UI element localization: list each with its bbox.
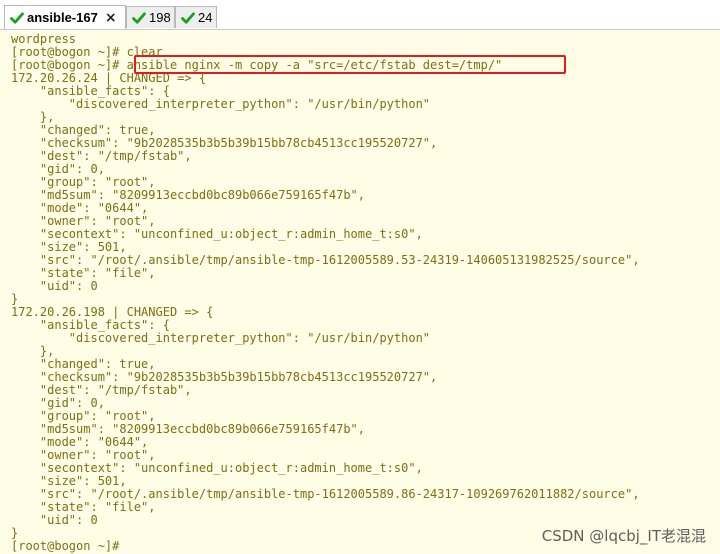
terminal-line: "mode": "0644",: [11, 435, 149, 449]
terminal-line: "size": 501,: [11, 240, 127, 254]
terminal-line: "uid": 0: [11, 513, 98, 527]
terminal-line: [root@bogon ~]#: [11, 539, 127, 553]
terminal-output[interactable]: [root@bogon ~]# } "uid": 0 "state": "fil…: [0, 30, 720, 554]
terminal-line: "discovered_interpreter_python": "/usr/b…: [11, 331, 431, 345]
terminal-line: "owner": "root",: [11, 214, 156, 228]
terminal-line: "dest": "/tmp/fstab",: [11, 149, 192, 163]
terminal-line: },: [11, 110, 55, 124]
terminal-line: 172.20.26.198 | CHANGED => {: [11, 305, 214, 319]
check-icon: [132, 11, 146, 24]
tab-ansible-167[interactable]: ansible-167 ×: [4, 5, 126, 29]
command-highlight-box: [134, 55, 566, 74]
terminal-line: "checksum": "9b2028535b3b5b39b15bb78cb45…: [11, 136, 438, 150]
watermark: CSDN @lqcbj_IT老混混: [541, 527, 706, 545]
terminal-line: "secontext": "unconfined_u:object_r:admi…: [11, 227, 423, 241]
terminal-line: wordpress: [11, 32, 77, 46]
tab-label: ansible-167: [27, 10, 98, 25]
terminal-line: "discovered_interpreter_python": "/usr/b…: [11, 97, 431, 111]
tab-24[interactable]: 24: [175, 6, 217, 28]
terminal-line: "secontext": "unconfined_u:object_r:admi…: [11, 461, 423, 475]
terminal-line: "state": "file",: [11, 266, 156, 280]
terminal-line: "ansible_facts": {: [11, 84, 170, 98]
terminal-line: "owner": "root",: [11, 448, 156, 462]
terminal-line: "group": "root",: [11, 175, 156, 189]
terminal-line: "md5sum": "8209913eccbd0bc89b066e759165f…: [11, 188, 366, 202]
terminal-line: "mode": "0644",: [11, 201, 149, 215]
terminal-line: "group": "root",: [11, 409, 156, 423]
check-icon: [181, 11, 195, 24]
terminal-line: "changed": true,: [11, 123, 156, 137]
tab-198[interactable]: 198: [126, 6, 175, 28]
tab-close-button[interactable]: ×: [105, 10, 117, 26]
terminal-line: "md5sum": "8209913eccbd0bc89b066e759165f…: [11, 422, 366, 436]
terminal-line: "checksum": "9b2028535b3b5b39b15bb78cb45…: [11, 370, 438, 384]
terminal-line: "state": "file",: [11, 500, 156, 514]
tab-label: 24: [198, 10, 213, 25]
terminal-line: "src": "/root/.ansible/tmp/ansible-tmp-1…: [11, 253, 640, 267]
terminal-line: "ansible_facts": {: [11, 318, 170, 332]
terminal-line: "uid": 0: [11, 279, 98, 293]
terminal-line: "gid": 0,: [11, 396, 105, 410]
terminal-line: "changed": true,: [11, 357, 156, 371]
terminal-line: }: [11, 292, 19, 306]
terminal-line: "dest": "/tmp/fstab",: [11, 383, 192, 397]
tab-label: 198: [149, 10, 171, 25]
terminal-line: "src": "/root/.ansible/tmp/ansible-tmp-1…: [11, 487, 640, 501]
terminal-line: }: [11, 526, 19, 540]
terminal-line: "gid": 0,: [11, 162, 105, 176]
check-icon: [10, 11, 24, 24]
tab-bar: ansible-167 × 198 24: [0, 0, 720, 30]
terminal-line: "size": 501,: [11, 474, 127, 488]
terminal-line: },: [11, 344, 55, 358]
